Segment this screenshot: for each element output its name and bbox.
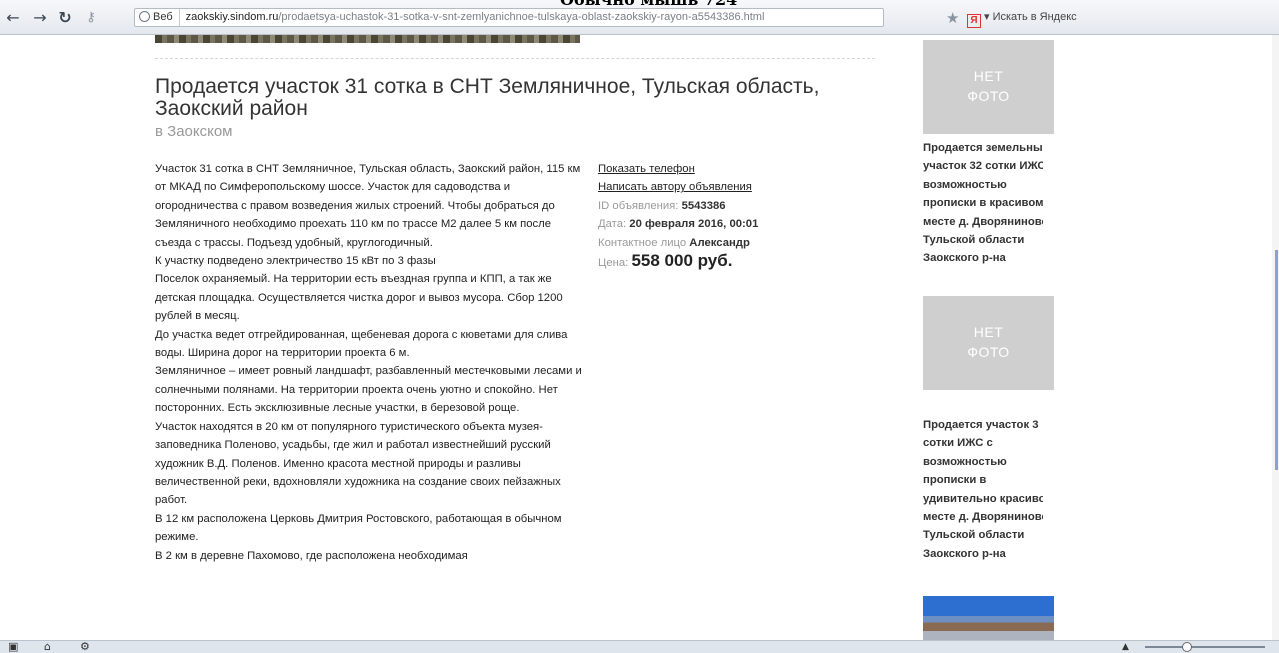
description-paragraph: Земляничное – имеет ровный ландшафт, раз… [155, 365, 582, 415]
no-photo-text: ФОТО [967, 88, 1010, 104]
ad-line: прописки в [923, 474, 987, 487]
ad-line: возможностью [923, 178, 1007, 191]
yandex-icon: Я [967, 14, 981, 28]
listing-description: Участок 31 сотка в СНТ Земляничное, Туль… [155, 160, 585, 565]
person-label: Контактное лицо [598, 236, 687, 249]
ad-line: Продается земельный [923, 142, 1043, 154]
address-bar[interactable]: Веб zaokskiy.sindom.ru/prodaetsya-uchasto… [134, 8, 884, 27]
url-domain: zaokskiy.sindom.ru [185, 11, 279, 23]
no-photo-text: ФОТО [967, 344, 1010, 360]
date-value: 20 февраля 2016, 00:01 [629, 218, 759, 231]
zoom-knob[interactable] [1182, 642, 1192, 652]
contact-panel: Показать телефон Написать автору объявле… [598, 160, 838, 272]
ad-line: удивительно красиво [923, 492, 1043, 505]
ad-line: участок 32 сотки ИЖС с [923, 160, 1043, 173]
home-icon[interactable]: ⌂ [44, 641, 51, 653]
ad-line: месте д. Дворяниново [923, 511, 1043, 524]
ad-line: Заокского р-на [923, 547, 1006, 560]
description-paragraph: К участку подведено электричество 15 кВт… [155, 255, 436, 268]
id-label: ID объявления: [598, 199, 679, 212]
ad-line: возможностью [923, 455, 1007, 468]
description-paragraph: Участок находятся в 20 км от популярного… [155, 420, 561, 507]
ad-line: прописки в красивом [923, 197, 1043, 210]
search-label: Искать в Яндекс [992, 11, 1077, 23]
sidebar-ad-link[interactable]: Продается земельный участок 32 сотки ИЖС… [923, 139, 1043, 268]
panel-icon[interactable]: ▣ [8, 641, 18, 653]
price-value: 558 000 руб. [631, 251, 733, 271]
browser-toolbar: ← → ↻ ⚷ Обычно мышь 724 Вебzaokskiy.sind… [0, 0, 1279, 35]
listing-town: в Заокском [155, 123, 233, 140]
listing-photo[interactable] [155, 35, 580, 43]
sidebar-ad-photo[interactable] [923, 596, 1054, 640]
url-path: /prodaetsya-uchastok-31-sotka-v-snt-zeml… [278, 11, 765, 23]
id-value: 5543386 [681, 199, 726, 212]
gear-icon[interactable]: ⚙ [80, 641, 90, 653]
zoom-slider[interactable] [1145, 646, 1265, 648]
status-bar: ▣ ⌂ ⚙ ▲ [0, 640, 1279, 653]
description-paragraph: Участок 31 сотка в СНТ Земляничное, Туль… [155, 163, 581, 249]
triangle-up-icon[interactable]: ▲ [1122, 641, 1129, 653]
date-label: Дата: [598, 218, 627, 231]
web-chip-label: Веб [153, 11, 173, 23]
no-photo-placeholder[interactable]: НЕТ ФОТО [923, 296, 1054, 390]
description-paragraph: До участка ведет отгрейдированная, щебен… [155, 328, 568, 360]
ad-line: Тульской области [923, 529, 1025, 542]
no-photo-placeholder[interactable]: НЕТ ФОТО [923, 40, 1054, 134]
forward-icon[interactable]: → [31, 9, 49, 27]
ad-line: Заокского р-на [923, 252, 1006, 265]
yandex-search-button[interactable]: Я ▾ Искать в Яндекс [964, 8, 1077, 28]
no-photo-text: НЕТ [973, 68, 1004, 84]
ad-line: Продается участок 3 [923, 419, 1039, 431]
globe-icon [139, 11, 150, 22]
page-content: Продается участок 31 сотка в СНТ Земляни… [0, 35, 1279, 640]
description-paragraph: Поселок охраняемый. На территории есть в… [155, 273, 563, 323]
reload-icon[interactable]: ↻ [56, 9, 74, 27]
description-paragraph: В 12 км расположена Церковь Дмитрия Рост… [155, 512, 562, 544]
description-paragraph: В 2 км в деревне Пахомово, где расположе… [155, 549, 468, 562]
divider [155, 58, 875, 59]
ad-line: сотки ИЖС с [923, 437, 993, 450]
star-icon[interactable]: ★ [946, 9, 959, 27]
ad-line: месте д. Дворяниново [923, 215, 1043, 228]
key-icon[interactable]: ⚷ [82, 9, 100, 27]
show-phone-link[interactable]: Показать телефон [598, 163, 695, 175]
scrollbar-thumb[interactable] [1275, 250, 1278, 470]
dropdown-arrow-icon: ▾ [984, 11, 990, 23]
person-value: Александр [689, 236, 750, 249]
listing-title: Продается участок 31 сотка в СНТ Земляни… [155, 75, 820, 120]
write-author-link[interactable]: Написать автору объявления [598, 181, 752, 193]
no-photo-text: НЕТ [973, 324, 1004, 340]
site-info-chip[interactable]: Веб [139, 9, 180, 26]
ad-line: Тульской области [923, 234, 1025, 247]
sidebar-ad-link[interactable]: Продается участок 3 сотки ИЖС с возможно… [923, 416, 1043, 563]
price-label: Цена: [598, 257, 629, 270]
back-icon[interactable]: ← [4, 9, 22, 27]
